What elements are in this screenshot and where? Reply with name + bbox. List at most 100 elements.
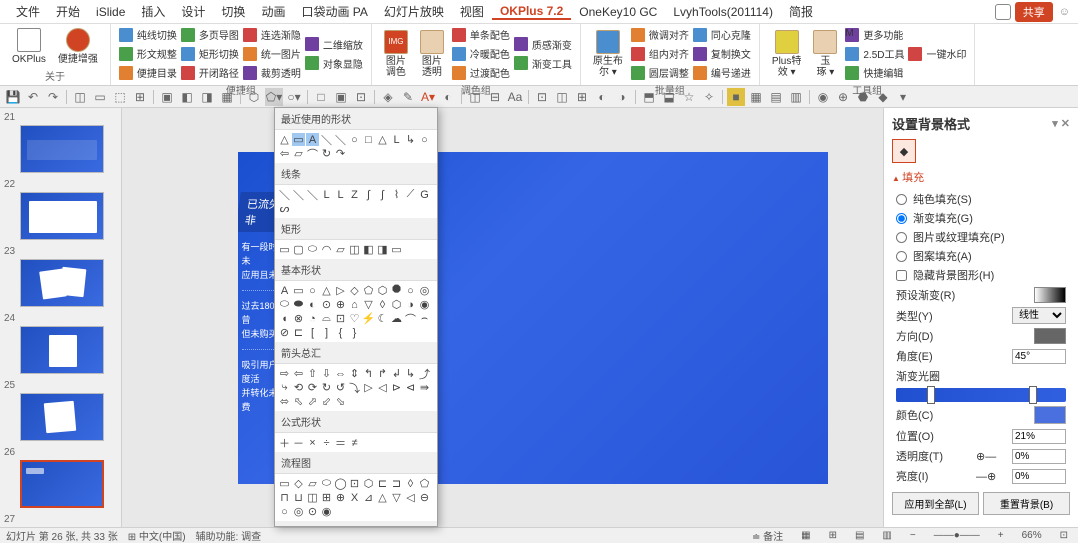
jade-button[interactable]: 玉琢 ▾ xyxy=(807,28,843,80)
shape-item[interactable]: □ xyxy=(362,133,375,146)
shape-item[interactable]: ▱ xyxy=(292,147,305,160)
color-btn-1[interactable]: 质感渐变 xyxy=(512,36,574,53)
shape-item[interactable]: ⊐ xyxy=(390,477,403,490)
shape-item[interactable]: ▱ xyxy=(334,243,347,256)
menu-design[interactable]: 设计 xyxy=(173,3,213,20)
batch-btn-4[interactable]: 圆层调整 xyxy=(629,64,691,81)
shape-item[interactable]: ⇛ xyxy=(418,381,431,394)
qat-btn[interactable]: ⬡ xyxy=(245,88,263,106)
shape-item[interactable]: ▭ xyxy=(390,243,403,256)
qat-btn[interactable]: ■ xyxy=(727,88,745,106)
shape-item[interactable]: ○ xyxy=(306,284,319,297)
shape-item[interactable]: ↻ xyxy=(320,147,333,160)
shape-item[interactable]: X xyxy=(348,491,361,504)
batch-btn-0[interactable]: 微调对齐 xyxy=(629,26,691,43)
shape-item[interactable]: ⬭ xyxy=(306,243,319,256)
tool-btn-3[interactable]: 快捷编辑 xyxy=(843,64,906,81)
thumbnail-25[interactable]: 25 xyxy=(4,380,117,441)
qat-btn[interactable]: ◉ xyxy=(814,88,832,106)
trans-input[interactable] xyxy=(1012,449,1066,464)
shape-item[interactable]: { xyxy=(334,326,347,339)
shape-item[interactable]: ◎ xyxy=(418,284,431,297)
shape-item[interactable]: ◫ xyxy=(348,243,361,256)
opt-solid-fill[interactable]: 纯色填充(S) xyxy=(896,191,1066,207)
qat-btn[interactable]: Aa xyxy=(506,88,524,106)
zoom-level[interactable]: 66% xyxy=(1018,530,1046,541)
shape-item[interactable]: ⇩ xyxy=(320,367,333,380)
shape-item[interactable]: ☾ xyxy=(376,312,389,325)
qat-save-icon[interactable]: 💾 xyxy=(4,88,22,106)
qat-btn[interactable]: ⊡ xyxy=(352,88,370,106)
shape-item[interactable]: ∫ xyxy=(362,188,375,201)
qat-btn[interactable]: ▣ xyxy=(158,88,176,106)
fill-tab-icon[interactable]: ◆ xyxy=(892,139,916,163)
shape-item[interactable]: ⬃ xyxy=(320,395,333,408)
enhance-button[interactable]: 便捷增强 xyxy=(52,26,104,67)
shape-item[interactable]: L xyxy=(390,133,403,146)
menu-report[interactable]: 简报 xyxy=(781,3,821,20)
tool-btn-0[interactable]: M更多功能 xyxy=(843,26,906,43)
shape-item[interactable]: ⊳ xyxy=(390,381,403,394)
qat-btn[interactable]: ▤ xyxy=(767,88,785,106)
shape-item[interactable]: ○ xyxy=(348,133,361,146)
shape-item[interactable]: ⊲ xyxy=(404,381,417,394)
shape-item[interactable]: ＼ xyxy=(292,188,305,201)
shape-item[interactable]: ⬁ xyxy=(292,395,305,408)
menu-file[interactable]: 文件 xyxy=(8,3,48,20)
accessibility-indicator[interactable]: 辅助功能: 调查 xyxy=(196,528,262,543)
shape-item[interactable]: ↰ xyxy=(362,367,375,380)
conv-btn-9[interactable]: 开闭路径 xyxy=(179,64,241,81)
shape-item[interactable]: ◯ xyxy=(334,477,347,490)
qat-btn[interactable]: ▾ xyxy=(894,88,912,106)
shape-item[interactable]: ⬬ xyxy=(292,298,305,311)
qat-btn[interactable]: ▦ xyxy=(747,88,765,106)
shape-item[interactable]: － xyxy=(292,436,305,449)
shape-item[interactable]: ↳ xyxy=(404,367,417,380)
shape-item[interactable]: [ xyxy=(306,326,319,339)
shape-item[interactable]: ☁ xyxy=(390,312,403,325)
batch-btn-3[interactable]: 复制换文 xyxy=(691,45,753,62)
thumbnail-23[interactable]: 23 xyxy=(4,246,117,307)
shape-item[interactable]: ○ xyxy=(404,284,417,297)
shape-item[interactable]: ▷ xyxy=(334,284,347,297)
shape-item[interactable]: ◑ xyxy=(404,298,417,311)
shape-item[interactable]: L xyxy=(334,188,347,201)
qat-btn[interactable]: ◆ xyxy=(874,88,892,106)
qat-btn[interactable]: ▦ xyxy=(218,88,236,106)
shape-item[interactable]: ◉ xyxy=(418,298,431,311)
shape-item[interactable]: ◁ xyxy=(376,381,389,394)
shape-item[interactable]: ⌒ xyxy=(306,147,319,160)
qat-btn[interactable]: ⊡ xyxy=(533,88,551,106)
shape-item[interactable]: ⬡ xyxy=(376,284,389,297)
share-button[interactable]: 共享 xyxy=(1015,2,1053,22)
shape-item[interactable]: ＼ xyxy=(278,188,291,201)
conv-btn-1[interactable]: 多页导图 xyxy=(179,26,241,43)
shape-item[interactable]: ＼ xyxy=(320,133,333,146)
qat-btn[interactable]: ◐ xyxy=(439,88,457,106)
shape-item[interactable]: ⬭ xyxy=(320,477,333,490)
shape-item[interactable]: ⇦ xyxy=(292,367,305,380)
color-btn-4[interactable]: 过渡配色 xyxy=(450,64,512,81)
shape-item[interactable]: ⬠ xyxy=(362,284,375,297)
plus-fx-button[interactable]: Plus特效 ▾ xyxy=(766,28,807,80)
shape-item[interactable]: ⌇ xyxy=(390,188,403,201)
shape-item[interactable]: ▷ xyxy=(362,381,375,394)
shape-item[interactable]: ⇨ xyxy=(278,367,291,380)
comment-icon[interactable] xyxy=(995,4,1011,20)
qat-btn[interactable]: ◫ xyxy=(466,88,484,106)
shape-item[interactable]: ◖ xyxy=(278,312,291,325)
shape-item[interactable]: ÷ xyxy=(320,436,333,449)
okplus-button[interactable]: OKPlus xyxy=(6,26,52,67)
color-button[interactable] xyxy=(1034,406,1066,424)
shape-item[interactable]: ⊏ xyxy=(292,326,305,339)
gradient-stops-slider[interactable] xyxy=(896,388,1066,402)
qat-btn[interactable]: ◫ xyxy=(71,88,89,106)
shape-item[interactable]: ⊘ xyxy=(278,326,291,339)
qat-font-color-icon[interactable]: A▾ xyxy=(419,88,437,106)
qat-btn[interactable]: ◐ xyxy=(593,88,611,106)
canvas-area[interactable]: 已流失的非 有一段时间未应用且未 过去180天内曾但未购买 吸引用户再度活并转化… xyxy=(122,108,883,527)
reset-bg-button[interactable]: 重置背景(B) xyxy=(983,492,1070,515)
batch-btn-1[interactable]: 同心克隆 xyxy=(691,26,753,43)
shape-item[interactable]: ⊡ xyxy=(334,312,347,325)
qat-btn[interactable]: ⬣ xyxy=(854,88,872,106)
